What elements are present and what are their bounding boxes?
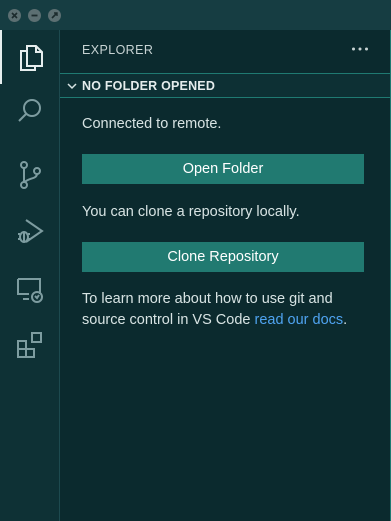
connected-text: Connected to remote. [82, 116, 222, 132]
read-docs-link[interactable]: read our docs [254, 312, 343, 328]
search-icon [16, 97, 44, 125]
chevron-down-icon [64, 78, 80, 94]
section-title: NO FOLDER OPENED [82, 78, 216, 93]
activity-extensions[interactable] [0, 318, 59, 372]
extensions-icon [15, 330, 45, 360]
open-folder-button[interactable]: Open Folder [82, 154, 364, 184]
activity-source-control[interactable] [0, 148, 59, 202]
section-divider [60, 97, 390, 98]
activity-explorer[interactable] [0, 30, 59, 84]
remote-explorer-icon [15, 275, 45, 303]
sidebar: EXPLORER NO FOLDER OPENED Connected to r… [59, 30, 391, 521]
activity-bar [0, 30, 59, 521]
welcome-view: Connected to remote. Open Folder You can… [82, 114, 372, 331]
ellipsis-icon [351, 39, 369, 57]
section-header-no-folder[interactable]: NO FOLDER OPENED [60, 73, 390, 97]
sidebar-header: EXPLORER [60, 30, 390, 72]
source-control-icon [16, 160, 44, 190]
learn-more-text: To learn more about how to use git and s… [82, 289, 372, 331]
run-debug-icon [15, 216, 45, 246]
activity-run-debug[interactable] [0, 204, 59, 258]
files-icon [17, 42, 45, 72]
more-actions-button[interactable] [350, 40, 370, 56]
minimize-icon[interactable] [28, 9, 41, 22]
close-icon[interactable] [8, 9, 21, 22]
clone-repository-button[interactable]: Clone Repository [82, 242, 364, 272]
zoom-icon[interactable] [48, 9, 61, 22]
learn-more-suffix: . [343, 312, 348, 328]
sidebar-title: EXPLORER [82, 43, 154, 57]
activity-remote-explorer[interactable] [0, 262, 59, 316]
clone-text: You can clone a repository locally. [82, 204, 300, 220]
activity-search[interactable] [0, 84, 59, 138]
title-bar [0, 0, 391, 30]
